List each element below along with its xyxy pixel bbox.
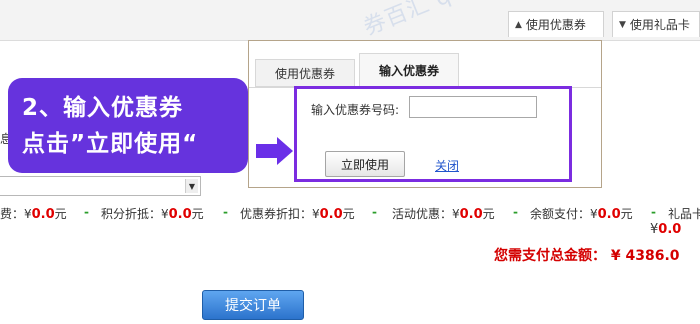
summary-item-balance: 余额支付：¥0.0元 [530, 207, 633, 222]
total-currency: ¥ [610, 248, 621, 264]
tab-use-coupon[interactable]: 使用优惠券 [255, 59, 355, 87]
submit-order-button[interactable]: 提交订单 [202, 290, 304, 320]
callout-line-2: 点击”立即使用“ [22, 131, 199, 157]
use-coupon-tab-label: 使用优惠券 [525, 18, 586, 32]
tab-use-coupon-label: 使用优惠券 [274, 66, 335, 81]
tab-input-coupon[interactable]: 输入优惠券 [359, 53, 459, 88]
top-bar: ▲ 使用优惠券 ▼ 使用礼品卡 [0, 0, 700, 41]
total-amount-line: 您需支付总金额： ¥ 4386.0 [494, 245, 680, 265]
separator: - [84, 205, 89, 219]
summary-item-gift-card: 礼品卡 [668, 207, 700, 221]
summary-item-coupon-discount: 优惠券折扣：¥0.0元 [240, 207, 355, 222]
triangle-down-icon: ▼ [619, 19, 626, 30]
use-gift-card-tab-label: 使用礼品卡 [629, 18, 690, 32]
tab-input-coupon-label: 输入优惠券 [378, 64, 439, 78]
arrow-right-icon [256, 144, 278, 158]
summary-item-promotion: 活动优惠：¥0.0元 [392, 207, 495, 222]
instruction-callout: 2、输入优惠券 点击”立即使用“ [8, 78, 248, 173]
total-label: 您需支付总金额： [494, 248, 606, 264]
summary-item-points: 积分折抵：¥0.0元 [101, 207, 204, 222]
gift-card-amount: ¥0.0 [650, 222, 682, 237]
separator: - [372, 205, 377, 219]
use-coupon-tab[interactable]: ▲ 使用优惠券 [508, 11, 604, 37]
separator: - [513, 205, 518, 219]
triangle-up-icon: ▲ [515, 19, 522, 30]
separator: - [223, 205, 228, 219]
chevron-down-icon[interactable]: ▼ [185, 179, 198, 193]
popup-tabs: 使用优惠券 输入优惠券 [249, 41, 601, 88]
separator: - [651, 205, 656, 219]
total-amount: 4386.0 [625, 248, 680, 264]
payment-summary: 费：¥0.0元 - 积分折抵：¥0.0元 - 优惠券折扣：¥0.0元 - 活动优… [0, 205, 700, 222]
dropdown-select[interactable]: ▼ [0, 176, 201, 196]
callout-line-1: 2、输入优惠券 [22, 95, 184, 121]
use-gift-card-tab[interactable]: ▼ 使用礼品卡 [612, 11, 700, 37]
highlight-frame [294, 86, 572, 182]
arrow-head-icon [277, 137, 293, 165]
summary-item-fee: 费：¥0.0元 [0, 207, 67, 222]
